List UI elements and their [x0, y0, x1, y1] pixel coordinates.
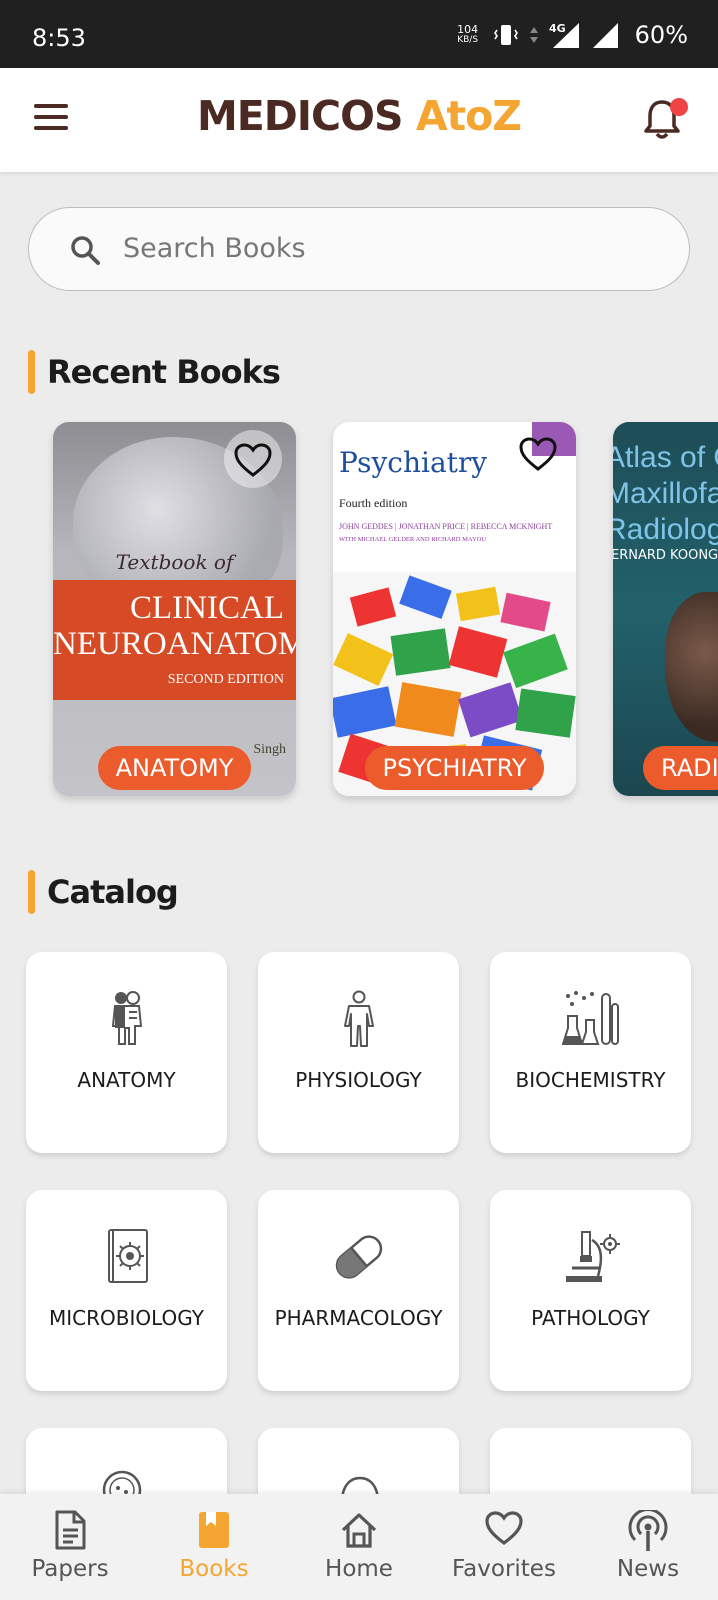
- section-accent-bar: [28, 350, 35, 394]
- document-icon: [55, 1510, 86, 1550]
- nav-papers[interactable]: Papers: [0, 1494, 140, 1600]
- vibrate-icon: [493, 25, 518, 45]
- notification-badge: [670, 98, 688, 116]
- cover-edition: Fourth edition: [339, 496, 408, 510]
- catalog-header: Catalog: [28, 870, 179, 914]
- catalog-item-anatomy[interactable]: ANATOMY: [26, 952, 227, 1153]
- catalog-item-label: PHARMACOLOGY: [274, 1306, 443, 1330]
- catalog-title: Catalog: [47, 873, 179, 911]
- network-type-label: 4G: [549, 22, 566, 35]
- status-bar: 8:53 104 KB/S 4G 60%: [0, 0, 718, 68]
- search-input[interactable]: Search Books: [28, 207, 690, 291]
- cover-edition: SECOND EDITION: [167, 672, 284, 687]
- cover-title-line1: CLINICAL: [130, 590, 284, 626]
- heart-icon: [234, 443, 272, 477]
- cover-author: Singh: [253, 742, 286, 757]
- favorite-button[interactable]: [518, 436, 558, 476]
- cover-subtitle: Textbook of: [115, 550, 234, 574]
- network-speed: 104 KB/S: [453, 24, 483, 46]
- human-body-icon: [343, 990, 374, 1047]
- skeleton-icon: [111, 991, 142, 1045]
- status-icons: 104 KB/S 4G 60%: [453, 20, 688, 50]
- home-icon: [341, 1513, 377, 1548]
- favorite-button[interactable]: [224, 430, 282, 488]
- book-category-tag: ANATOMY: [97, 746, 252, 790]
- heart-icon: [519, 437, 557, 471]
- cover-title: Atlas of Or Maxillofac Radiology: [613, 441, 718, 546]
- lab-flasks-icon: [561, 991, 619, 1045]
- nav-label: News: [616, 1556, 680, 1582]
- nav-home[interactable]: Home: [289, 1494, 429, 1600]
- cover-title-line2: NEUROANATOMY: [53, 626, 296, 662]
- catalog-item-label: PHYSIOLOGY: [295, 1068, 422, 1092]
- cover-authors: JOHN GEDDES | JONATHAN PRICE | REBECCA M…: [339, 522, 553, 531]
- status-time: 8:53: [32, 24, 86, 52]
- nav-label: Favorites: [452, 1556, 556, 1582]
- nav-news[interactable]: News: [578, 1494, 718, 1600]
- network-speed-unit: KB/S: [457, 35, 479, 45]
- bookmark-book-icon: [199, 1512, 229, 1548]
- book-category-tag: PSYCHIATRY: [364, 746, 545, 790]
- catalog-item-pathology[interactable]: PATHOLOGY: [490, 1190, 691, 1391]
- nav-label: Papers: [31, 1556, 109, 1582]
- cover-author: ERNARD KOONG: [613, 548, 718, 563]
- catalog-item-label: BIOCHEMISTRY: [515, 1068, 666, 1092]
- catalog-item-label: ANATOMY: [77, 1068, 176, 1092]
- catalog-item-pharmacology[interactable]: PHARMACOLOGY: [258, 1190, 459, 1391]
- battery-level: 60%: [634, 21, 688, 49]
- search-icon: [71, 236, 100, 265]
- catalog-item-microbiology[interactable]: MICROBIOLOGY: [26, 1190, 227, 1391]
- logo-text-accent: AtoZ: [415, 92, 522, 140]
- signal-icon: [592, 23, 618, 48]
- logo-text-main: MEDICOS: [196, 92, 404, 140]
- pill-capsule-icon: [335, 1235, 382, 1279]
- section-accent-bar: [28, 870, 35, 914]
- book-category-tag: RADI: [643, 746, 718, 790]
- search-placeholder: Search Books: [123, 233, 306, 264]
- cover-title: Psychiatry: [339, 446, 488, 479]
- recent-books-title: Recent Books: [47, 353, 281, 391]
- cover-contributors: WITH MICHAEL GELDER AND RICHARD MAYOU: [339, 536, 487, 543]
- catalog-item-label: PATHOLOGY: [531, 1306, 650, 1330]
- book-card-psychiatry[interactable]: Psychiatry Fourth edition JOHN GEDDES | …: [333, 422, 576, 796]
- nav-label: Books: [179, 1556, 249, 1582]
- heart-icon: [485, 1511, 523, 1546]
- catalog-item-label: MICROBIOLOGY: [48, 1306, 204, 1330]
- catalog-item-physiology[interactable]: PHYSIOLOGY: [258, 952, 459, 1153]
- app-bar: MEDICOS AtoZ: [0, 68, 718, 172]
- microscope-icon: [565, 1231, 620, 1282]
- signal-4g-icon: 4G: [549, 22, 579, 48]
- recent-books-header: Recent Books: [28, 350, 281, 394]
- nav-label: Home: [325, 1556, 393, 1582]
- data-arrows-icon: [529, 27, 538, 43]
- skull-cover-image: [665, 592, 718, 742]
- bottom-navigation: Papers Books Home Favorites News: [0, 1494, 718, 1600]
- book-card-radiology[interactable]: Atlas of Or Maxillofac Radiology ERNARD …: [613, 422, 718, 796]
- catalog-item-biochemistry[interactable]: BIOCHEMISTRY: [490, 952, 691, 1153]
- network-speed-value: 104: [457, 23, 479, 36]
- microbe-book-icon: [107, 1229, 148, 1283]
- book-card-anatomy[interactable]: Textbook of CLINICAL NEUROANATOMY SECOND…: [53, 422, 296, 796]
- nav-favorites[interactable]: Favorites: [434, 1494, 574, 1600]
- broadcast-icon: [628, 1510, 668, 1551]
- nav-books[interactable]: Books: [144, 1494, 284, 1600]
- app-logo: MEDICOS AtoZ: [0, 92, 718, 140]
